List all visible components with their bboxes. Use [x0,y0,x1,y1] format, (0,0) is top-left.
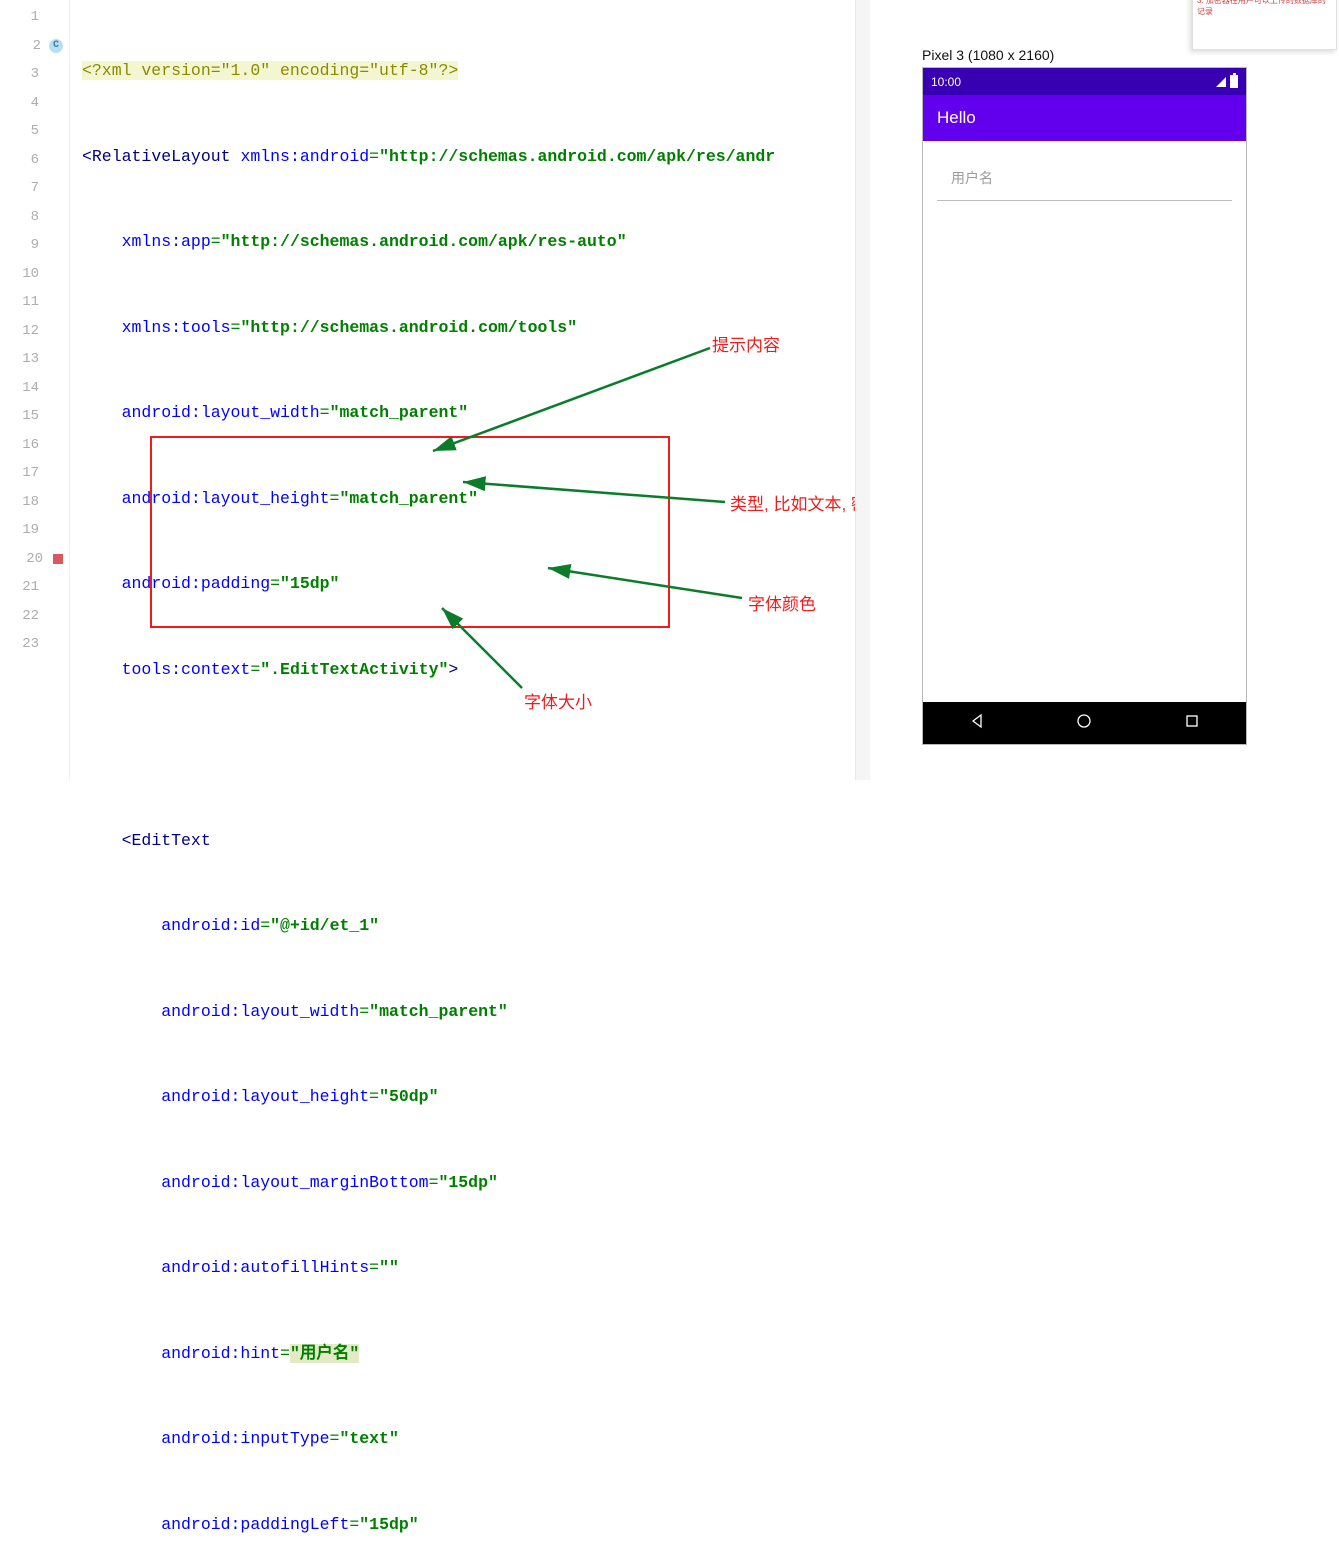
gutter-row[interactable]: 22 [0,602,69,631]
editor-scrollbar[interactable] [855,0,870,780]
line-number: 13 [13,351,39,367]
gutter-row[interactable]: 14 [0,374,69,403]
line-number: 3 [13,66,39,82]
gutter-row[interactable]: 10 [0,260,69,289]
line-number: 17 [13,465,39,481]
line-number: 23 [13,636,39,652]
gutter-row[interactable]: 15 [0,402,69,431]
edit-text-field[interactable]: 用户名 [937,155,1232,201]
gutter-row[interactable]: 19 [0,516,69,545]
code-area[interactable]: <?xml version="1.0" encoding="utf-8"?> <… [70,0,870,780]
nav-bar [923,702,1246,744]
edit-text-hint: 用户名 [951,168,993,188]
line-number: 2 [15,38,41,54]
line-number: 7 [13,180,39,196]
gutter-row[interactable]: 3 [0,60,69,89]
nav-back-icon[interactable] [969,713,985,734]
line-number: 1 [13,9,39,25]
status-time: 10:00 [931,75,961,89]
signal-icon [1216,77,1226,87]
gutter-row[interactable]: 21 [0,573,69,602]
class-gutter-icon[interactable]: C [49,39,63,53]
line-number: 16 [13,437,39,453]
gutter-row[interactable]: 11 [0,288,69,317]
line-number: 12 [13,323,39,339]
app-title: Hello [937,108,976,128]
gutter-row[interactable]: 2C [0,32,69,61]
nav-home-icon[interactable] [1076,713,1092,734]
annotation-color: 字体颜色 [748,590,816,615]
line-number: 14 [13,380,39,396]
line-number: 22 [13,608,39,624]
line-number: 6 [13,152,39,168]
gutter-row[interactable]: 6 [0,146,69,175]
color-swatch-icon[interactable] [53,554,63,564]
gutter-row[interactable]: 20 [0,545,69,574]
gutter-row[interactable]: 18 [0,488,69,517]
line-number: 5 [13,123,39,139]
gutter-row[interactable]: 5 [0,117,69,146]
annotation-hint: 提示内容 [712,331,780,356]
line-number: 18 [13,494,39,510]
app-bar: Hello [923,95,1246,141]
annotation-size: 字体大小 [524,688,592,713]
gutter-row[interactable]: 1 [0,3,69,32]
device-frame: 10:00 Hello 用户名 [922,67,1247,745]
line-number: 20 [17,551,43,567]
line-number: 15 [13,408,39,424]
line-number: 4 [13,95,39,111]
preview-pane: 3. 加密器在用户可以上传的数据库的记录 Pixel 3 (1080 x 216… [870,0,1339,780]
line-number: 11 [13,294,39,310]
gutter-row[interactable]: 16 [0,431,69,460]
gutter-row[interactable]: 7 [0,174,69,203]
gutter-row[interactable]: 17 [0,459,69,488]
line-number: 10 [13,266,39,282]
xml-prolog: <?xml version="1.0" encoding="utf-8"?> [82,61,458,80]
gutter-row[interactable]: 12 [0,317,69,346]
gutter-row[interactable]: 4 [0,89,69,118]
code-editor-pane: 12C34567891011121314151617181920212223 <… [0,0,870,780]
line-number: 8 [13,209,39,225]
gutter-row[interactable]: 13 [0,345,69,374]
gutter-row[interactable]: 23 [0,630,69,659]
device-label: Pixel 3 (1080 x 2160) [922,47,1054,63]
nav-recent-icon[interactable] [1184,713,1200,734]
status-bar: 10:00 [923,68,1246,95]
line-number: 9 [13,237,39,253]
phone-content: 用户名 [923,141,1246,702]
line-number: 21 [13,579,39,595]
thumbnail-panel: 3. 加密器在用户可以上传的数据库的记录 [1192,0,1337,50]
battery-icon [1230,75,1238,88]
line-number: 19 [13,522,39,538]
gutter-row[interactable]: 8 [0,203,69,232]
gutter-row[interactable]: 9 [0,231,69,260]
gutter: 12C34567891011121314151617181920212223 [0,0,70,780]
